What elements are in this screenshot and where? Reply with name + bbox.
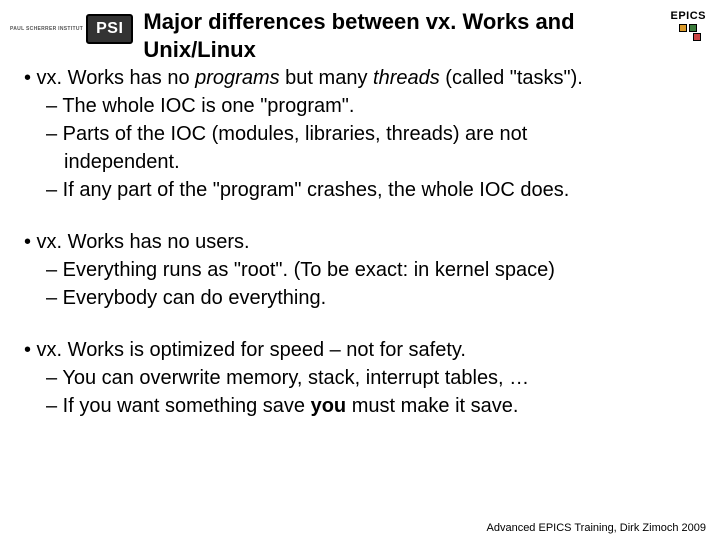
bullet-1-sub-2b: independent. [64,149,698,175]
title-line-1: Major differences between vx. Works and [143,9,574,34]
bullet-1-sub-1: – The whole IOC is one "program". [46,93,698,119]
bullet-2-sub-1: – Everything runs as "root". (To be exac… [46,257,698,283]
bullet-1: • vx. Works has no programs but many thr… [24,65,698,91]
text: (called "tasks"). [440,67,583,89]
text-italic: threads [373,67,440,89]
bullet-2: • vx. Works has no users. [24,229,698,255]
text-bold: you [311,395,347,417]
title-line-2: Unix/Linux [143,37,255,62]
text: • vx. Works has no [24,67,195,89]
psi-institute-label: PAUL SCHERRER INSTITUT [10,26,83,32]
psi-logo: PAUL SCHERRER INSTITUT PSI [10,14,133,44]
epics-logo: EPICS [670,10,706,32]
epics-label: EPICS [670,10,706,22]
bullet-1-sub-3: – If any part of the "program" crashes, … [46,177,698,203]
slide-footer: Advanced EPICS Training, Dirk Zimoch 200… [487,522,707,534]
psi-abbrev-box: PSI [86,14,133,44]
text: – If you want something save [46,395,311,417]
bullet-3: • vx. Works is optimized for speed – not… [24,337,698,363]
text: must make it save. [346,395,518,417]
bullet-2-sub-2: – Everybody can do everything. [46,285,698,311]
slide-title: Major differences between vx. Works and … [143,8,670,63]
text: but many [280,67,373,89]
text-italic: programs [195,67,279,89]
bullet-1-sub-2a: – Parts of the IOC (modules, libraries, … [46,121,698,147]
epics-squares-icon [679,24,697,32]
slide-body: • vx. Works has no programs but many thr… [0,65,720,419]
bullet-3-sub-2: – If you want something save you must ma… [46,393,698,419]
bullet-3-sub-1: – You can overwrite memory, stack, inter… [46,365,698,391]
